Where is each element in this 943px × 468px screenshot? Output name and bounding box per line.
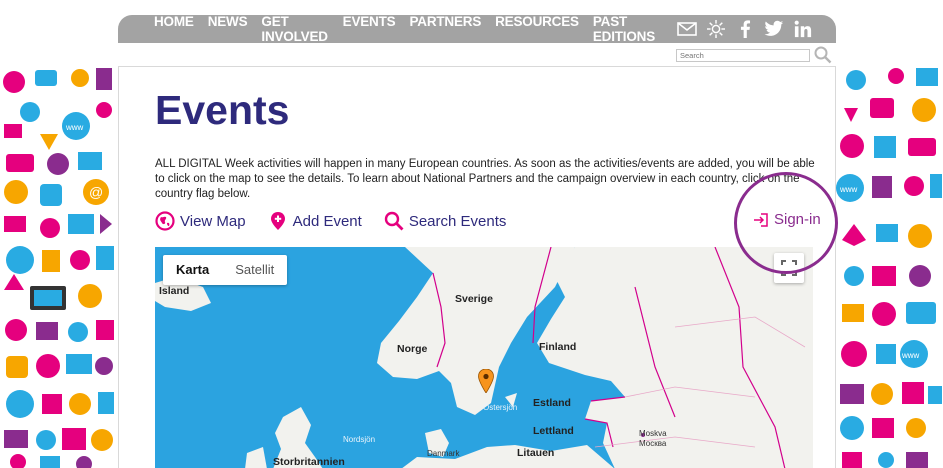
content-panel: Events ALL DIGITAL Week activities will … [118, 66, 836, 468]
fullscreen-button[interactable] [774, 253, 804, 283]
magnifier-icon [384, 211, 404, 231]
view-map-label: View Map [180, 212, 246, 230]
map-label-storbritannien: Storbritannien [273, 456, 345, 468]
view-map-link[interactable]: View Map [155, 211, 246, 231]
map-label-estland: Estland [533, 397, 571, 409]
sun-icon[interactable] [705, 19, 727, 39]
add-event-label: Add Event [292, 212, 362, 230]
nav-resources[interactable]: RESOURCES [495, 14, 579, 44]
svg-text:www: www [901, 351, 920, 360]
map-label-danmark: Danmark [427, 449, 460, 458]
nav-items: HOME NEWS GET INVOLVED EVENTS PARTNERS R… [154, 14, 676, 44]
nav-get-involved[interactable]: GET INVOLVED [261, 14, 328, 44]
nav-partners[interactable]: PARTNERS [409, 14, 481, 44]
event-actions: View Map Add Event Search Events [155, 211, 506, 231]
map-type-karta[interactable]: Karta [163, 255, 222, 285]
sign-in-icon [754, 212, 768, 227]
intro-text: ALL DIGITAL Week activities will happen … [155, 158, 815, 200]
nav-home[interactable]: HOME [154, 14, 194, 44]
nav-news[interactable]: NEWS [208, 14, 248, 44]
map-pin-plus-icon [270, 212, 285, 230]
globe-icon [155, 211, 175, 231]
search-events-label: Search Events [408, 212, 507, 230]
twitter-icon[interactable] [763, 19, 785, 39]
mail-icon[interactable] [676, 19, 698, 39]
map-label-norge: Norge [397, 343, 428, 355]
map-label-sverige: Sverige [455, 293, 493, 305]
decorative-icons-right: www www [836, 64, 943, 468]
fullscreen-icon [781, 260, 797, 276]
map-label-nordsjon: Nordsjön [343, 435, 376, 444]
event-map-marker[interactable] [478, 368, 494, 394]
svg-text:www: www [839, 185, 858, 194]
map-label-island: Island [159, 285, 190, 297]
search-input[interactable] [676, 48, 810, 62]
add-event-link[interactable]: Add Event [268, 211, 362, 231]
decorative-icons-left: www @ [0, 64, 118, 468]
map-label-litauen: Litauen [517, 447, 555, 459]
facebook-icon[interactable] [734, 19, 756, 39]
sign-in-label: Sign-in [774, 211, 821, 228]
map-type-satellite[interactable]: Satellit [222, 255, 287, 285]
map-type-toggle: Karta Satellit [163, 255, 288, 285]
linkedin-icon[interactable] [792, 19, 814, 39]
map-label-ostersjon: Östersjön [483, 403, 518, 412]
search-events-link[interactable]: Search Events [384, 211, 507, 231]
search-icon[interactable] [814, 46, 832, 64]
social-links [676, 19, 814, 39]
page-title: Events [155, 87, 290, 133]
map-label-moskva: Moskva [639, 429, 667, 438]
nav-events[interactable]: EVENTS [343, 14, 396, 44]
svg-text:www: www [65, 123, 84, 132]
site-search [676, 46, 832, 64]
sign-in-link[interactable]: Sign-in [753, 211, 821, 228]
map-label-lettland: Lettland [533, 425, 574, 437]
svg-text:@: @ [89, 184, 103, 200]
top-navigation: HOME NEWS GET INVOLVED EVENTS PARTNERS R… [118, 14, 836, 44]
map-label-moskva-cyrillic: Москва [639, 439, 667, 448]
events-map[interactable]: Karta Satellit Island Sverige Norge Finl… [155, 247, 813, 468]
map-label-finland: Finland [539, 341, 577, 353]
nav-past-editions[interactable]: PAST EDITIONS [593, 14, 662, 44]
